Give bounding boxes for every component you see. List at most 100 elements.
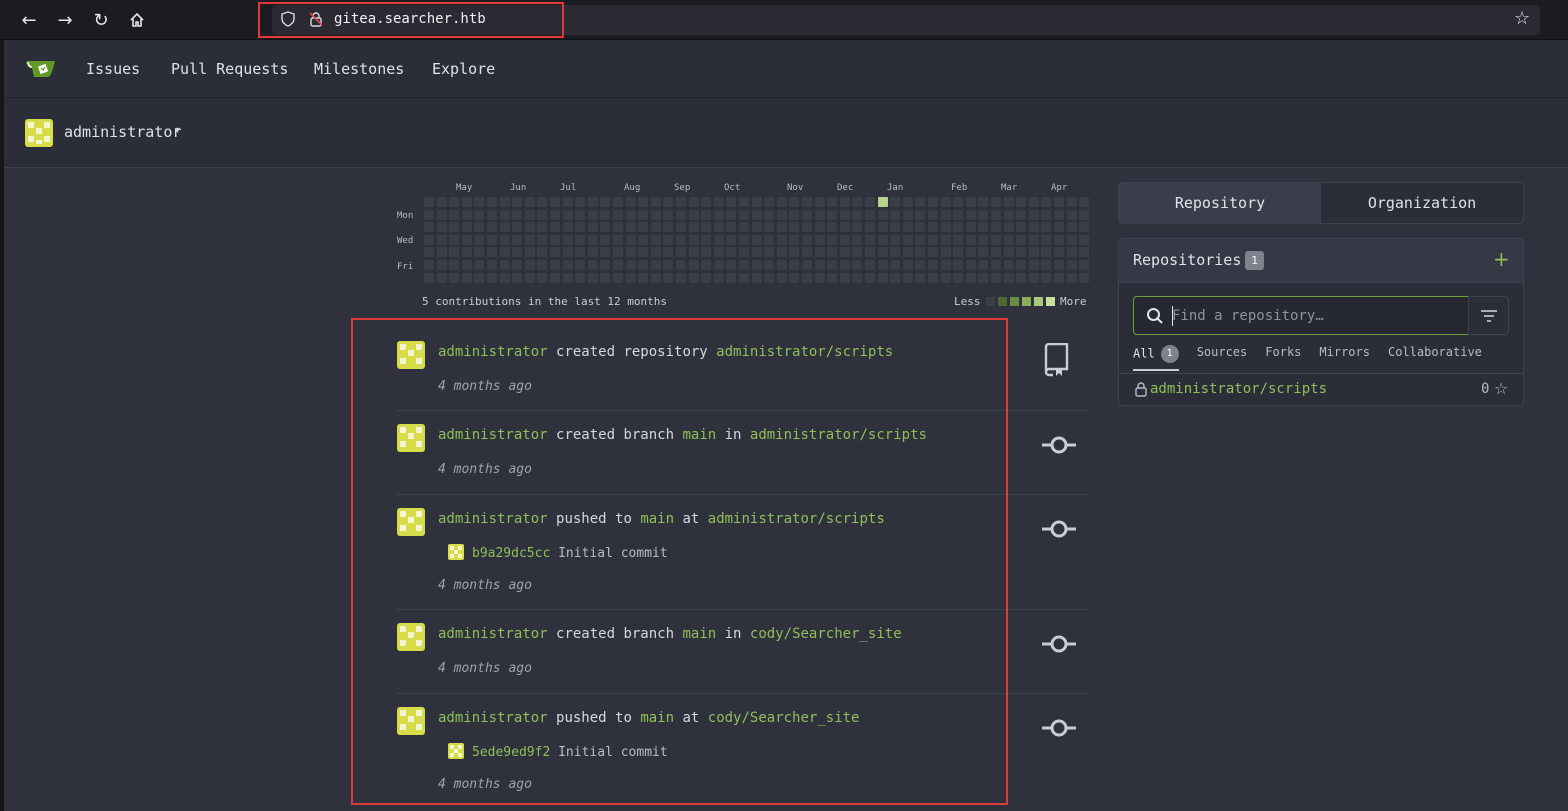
heatmap-cell[interactable] bbox=[499, 222, 510, 233]
heatmap-cell[interactable] bbox=[1028, 209, 1039, 220]
heatmap-cell[interactable] bbox=[587, 222, 598, 233]
heatmap-cell[interactable] bbox=[650, 260, 661, 270]
heatmap-cell[interactable] bbox=[739, 260, 749, 270]
heatmap-cell[interactable] bbox=[802, 272, 812, 283]
heatmap-cell[interactable] bbox=[965, 209, 976, 220]
heatmap-cell[interactable] bbox=[575, 272, 586, 283]
heatmap-cell[interactable] bbox=[713, 222, 724, 233]
heatmap-cell[interactable] bbox=[688, 222, 699, 233]
heatmap-cell[interactable] bbox=[575, 209, 586, 220]
heatmap-cell[interactable] bbox=[953, 272, 964, 283]
heatmap-cell[interactable] bbox=[751, 234, 762, 245]
actor-link[interactable]: administrator bbox=[438, 511, 548, 527]
heatmap-cell[interactable] bbox=[676, 247, 686, 258]
heatmap-cell[interactable] bbox=[550, 197, 560, 207]
heatmap-cell[interactable] bbox=[1028, 247, 1039, 258]
heatmap-cell[interactable] bbox=[1054, 272, 1064, 283]
heatmap-cell[interactable] bbox=[726, 222, 737, 233]
heatmap-cell[interactable] bbox=[1016, 247, 1027, 258]
heatmap-cell[interactable] bbox=[713, 234, 724, 245]
heatmap-cell[interactable] bbox=[991, 197, 1001, 207]
heatmap-cell[interactable] bbox=[613, 272, 623, 283]
heatmap-cell[interactable] bbox=[839, 222, 850, 233]
heatmap-cell[interactable] bbox=[537, 272, 548, 283]
actor-avatar[interactable] bbox=[397, 508, 425, 536]
heatmap-cell[interactable] bbox=[575, 222, 586, 233]
heatmap-cell[interactable] bbox=[877, 234, 888, 245]
heatmap-cell[interactable] bbox=[550, 209, 560, 220]
url-text[interactable]: gitea.searcher.htb bbox=[334, 11, 486, 27]
heatmap-cell[interactable] bbox=[1079, 209, 1090, 220]
heatmap-cell[interactable] bbox=[751, 247, 762, 258]
heatmap-cell[interactable] bbox=[487, 222, 497, 233]
heatmap-cell[interactable] bbox=[676, 197, 686, 207]
heatmap-cell[interactable] bbox=[953, 247, 964, 258]
heatmap-cell[interactable] bbox=[424, 234, 434, 245]
heatmap-cell[interactable] bbox=[827, 260, 838, 270]
heatmap-cell[interactable] bbox=[915, 234, 926, 245]
heatmap-cell[interactable] bbox=[613, 247, 623, 258]
heatmap-cell[interactable] bbox=[487, 234, 497, 245]
heatmap-cell[interactable] bbox=[688, 247, 699, 258]
heatmap-cell[interactable] bbox=[776, 260, 787, 270]
filter-forks[interactable]: Forks bbox=[1265, 345, 1301, 371]
heatmap-cell[interactable] bbox=[550, 260, 560, 270]
heatmap-cell[interactable] bbox=[827, 209, 838, 220]
heatmap-cell[interactable] bbox=[928, 260, 938, 270]
heatmap-cell[interactable] bbox=[449, 234, 460, 245]
heatmap-cell[interactable] bbox=[991, 272, 1001, 283]
heatmap-cell[interactable] bbox=[1066, 197, 1077, 207]
nav-pull-requests[interactable]: Pull Requests bbox=[171, 60, 288, 78]
heatmap-cell[interactable] bbox=[852, 197, 863, 207]
heatmap-cell[interactable] bbox=[625, 234, 636, 245]
heatmap-cell[interactable] bbox=[575, 247, 586, 258]
heatmap-cell[interactable] bbox=[915, 197, 926, 207]
heatmap-cell[interactable] bbox=[839, 247, 850, 258]
heatmap-cell[interactable] bbox=[764, 260, 775, 270]
heatmap-cell[interactable] bbox=[1028, 222, 1039, 233]
filter-sources[interactable]: Sources bbox=[1197, 345, 1248, 371]
heatmap-cell[interactable] bbox=[902, 247, 913, 258]
heatmap-cell[interactable] bbox=[965, 260, 976, 270]
heatmap-cell[interactable] bbox=[537, 260, 548, 270]
heatmap-cell[interactable] bbox=[865, 209, 875, 220]
heatmap-cell[interactable] bbox=[550, 247, 560, 258]
heatmap-cell[interactable] bbox=[1003, 260, 1014, 270]
heatmap-cell[interactable] bbox=[1016, 260, 1027, 270]
heatmap-cell[interactable] bbox=[978, 222, 989, 233]
heatmap-cell[interactable] bbox=[600, 272, 611, 283]
heatmap-cell[interactable] bbox=[827, 234, 838, 245]
heatmap-cell[interactable] bbox=[789, 234, 800, 245]
heatmap-cell[interactable] bbox=[587, 209, 598, 220]
gitea-logo-icon[interactable] bbox=[26, 57, 56, 79]
heatmap-cell[interactable] bbox=[613, 209, 623, 220]
heatmap-cell[interactable] bbox=[600, 234, 611, 245]
heatmap-cell[interactable] bbox=[1028, 197, 1039, 207]
heatmap-cell[interactable] bbox=[865, 234, 875, 245]
heatmap-cell[interactable] bbox=[814, 247, 825, 258]
heatmap-cell[interactable] bbox=[852, 247, 863, 258]
heatmap-cell[interactable] bbox=[499, 247, 510, 258]
heatmap-cell[interactable] bbox=[890, 197, 901, 207]
heatmap-cell[interactable] bbox=[713, 197, 724, 207]
heatmap-cell[interactable] bbox=[739, 247, 749, 258]
heatmap-cell[interactable] bbox=[978, 209, 989, 220]
heatmap-cell[interactable] bbox=[613, 222, 623, 233]
repo-link[interactable]: cody/Searcher_site bbox=[708, 710, 860, 726]
heatmap-cell[interactable] bbox=[613, 197, 623, 207]
heatmap-cell[interactable] bbox=[751, 222, 762, 233]
heatmap-cell[interactable] bbox=[902, 197, 913, 207]
heatmap-cell[interactable] bbox=[461, 260, 472, 270]
heatmap-cell[interactable] bbox=[1003, 247, 1014, 258]
heatmap-cell[interactable] bbox=[852, 222, 863, 233]
heatmap-cell[interactable] bbox=[550, 234, 560, 245]
heatmap-cell[interactable] bbox=[562, 247, 573, 258]
heatmap-cell[interactable] bbox=[499, 260, 510, 270]
heatmap-cell[interactable] bbox=[587, 197, 598, 207]
heatmap-cell[interactable] bbox=[965, 197, 976, 207]
heatmap-cell[interactable] bbox=[461, 209, 472, 220]
heatmap-cell[interactable] bbox=[865, 197, 875, 207]
heatmap-cell[interactable] bbox=[739, 234, 749, 245]
heatmap-cell[interactable] bbox=[474, 197, 485, 207]
heatmap-cell[interactable] bbox=[865, 222, 875, 233]
